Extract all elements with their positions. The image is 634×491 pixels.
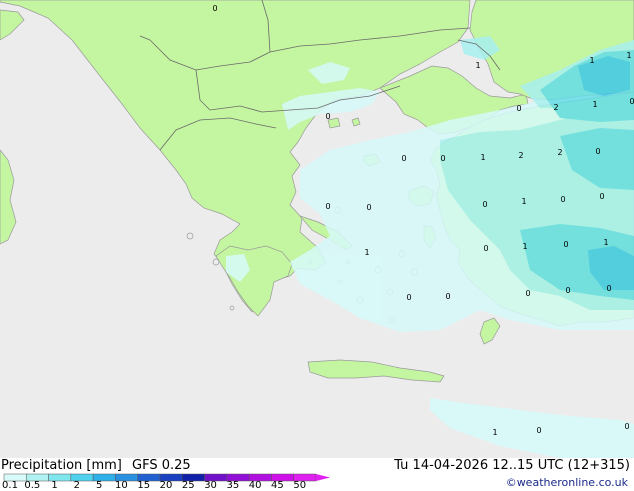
grid-point-value: 1 <box>626 51 631 60</box>
grid-point-value: 0 <box>440 154 445 163</box>
grid-point-value: 1 <box>589 56 594 65</box>
grid-point-value: 0 <box>325 202 330 211</box>
grid-point-value: 1 <box>522 242 527 251</box>
grid-point-value: 0 <box>401 154 406 163</box>
grid-point-value: 0 <box>366 203 371 212</box>
map-title: Precipitation [mm] GFS 0.25 <box>1 459 191 472</box>
grid-point-value: 1 <box>521 197 526 206</box>
grid-point-value: 0 <box>445 292 450 301</box>
grid-point-value: 0 <box>212 4 217 13</box>
grid-point-value: 2 <box>518 151 523 160</box>
grid-point-value: 0 <box>599 192 604 201</box>
grid-point-value: 0 <box>595 147 600 156</box>
grid-point-value: 0 <box>606 284 611 293</box>
grid-point-value: 2 <box>553 103 558 112</box>
model-label: GFS 0.25 <box>132 458 191 473</box>
grid-point-value: 0 <box>325 112 330 121</box>
grid-point-value: 1 <box>592 100 597 109</box>
precipitation-map: 0 1 2 1 0 1 1 0 0 0 0 1 2 2 0 0 0 0 1 0 0 1 0 1 0 1 0 0 0 0 0 1 0 0 <box>0 0 634 458</box>
weather-map-panel: 0 1 2 1 0 1 1 0 0 0 0 1 2 2 0 0 0 0 1 0 0 1 0 1 0 1 0 0 0 0 0 1 0 0 Preci… <box>0 0 634 491</box>
grid-point-value: 1 <box>475 61 480 70</box>
grid-point-value: 0 <box>516 104 521 113</box>
credit-link[interactable]: ©weatheronline.co.uk <box>506 476 628 489</box>
grid-point-value: 0 <box>482 200 487 209</box>
valid-time: Tu 14-04-2026 12..15 UTC (12+315) <box>394 458 630 473</box>
grid-point-value: 0 <box>629 97 634 106</box>
grid-point-value: 0 <box>406 293 411 302</box>
grid-point-value: 0 <box>483 244 488 253</box>
grid-point-value: 0 <box>563 240 568 249</box>
scale-arrow <box>316 474 330 481</box>
grid-point-value: 0 <box>565 286 570 295</box>
precip-title: Precipitation [mm] <box>1 458 122 473</box>
grid-point-value: 1 <box>364 248 369 257</box>
grid-point-value: 0 <box>525 289 530 298</box>
grid-point-value: 1 <box>480 153 485 162</box>
grid-point-value: 0 <box>624 422 629 431</box>
grid-point-value: 2 <box>557 148 562 157</box>
grid-point-value: 0 <box>560 195 565 204</box>
grid-point-value: 0 <box>536 426 541 435</box>
grid-point-value: 1 <box>492 428 497 437</box>
grid-point-value: 1 <box>603 238 608 247</box>
